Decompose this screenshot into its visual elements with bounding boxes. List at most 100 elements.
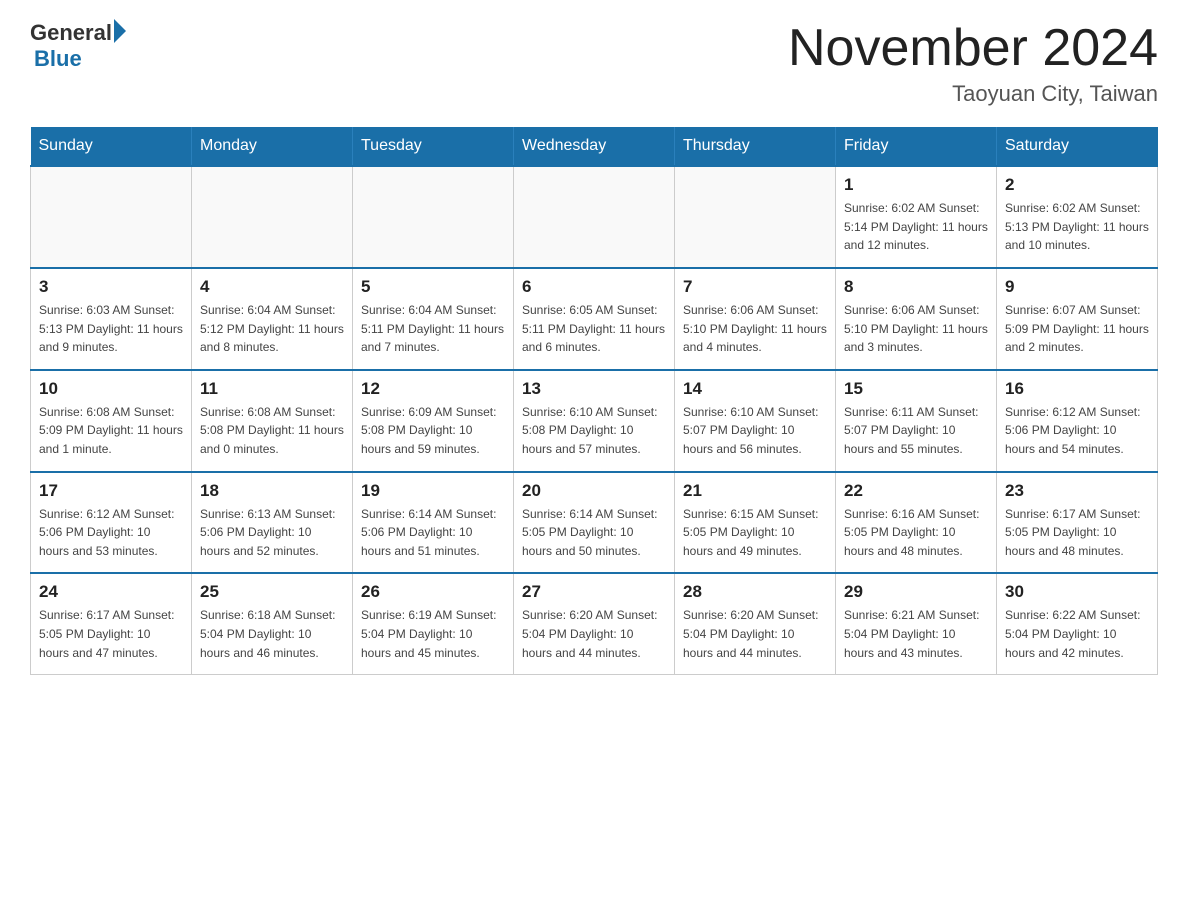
day-number: 3 [39,277,183,297]
weekday-header-monday: Monday [192,127,353,166]
day-number: 2 [1005,175,1149,195]
calendar-day-cell: 20 Sunrise: 6:14 AM Sunset: 5:05 PM Dayli… [514,472,675,574]
day-info: Sunrise: 6:08 AM Sunset: 5:09 PM Dayligh… [39,403,183,459]
day-number: 21 [683,481,827,501]
weekday-header-sunday: Sunday [31,127,192,166]
calendar-day-cell: 26 Sunrise: 6:19 AM Sunset: 5:04 PM Dayli… [353,573,514,674]
day-number: 22 [844,481,988,501]
calendar-day-cell: 14 Sunrise: 6:10 AM Sunset: 5:07 PM Dayli… [675,370,836,472]
day-number: 23 [1005,481,1149,501]
day-number: 26 [361,582,505,602]
day-number: 13 [522,379,666,399]
calendar-week-row: 17Sunrise: 6:12 AM Sunset: 5:06 PM Dayli… [31,472,1158,574]
calendar-day-cell: 17Sunrise: 6:12 AM Sunset: 5:06 PM Dayli… [31,472,192,574]
calendar-day-cell [514,166,675,268]
day-number: 11 [200,379,344,399]
day-number: 9 [1005,277,1149,297]
header: General Blue November 2024 Taoyuan City,… [30,20,1158,107]
calendar-day-cell: 3 Sunrise: 6:03 AM Sunset: 5:13 PM Daylig… [31,268,192,370]
day-info: Sunrise: 6:21 AM Sunset: 5:04 PM Dayligh… [844,606,988,662]
calendar-day-cell [192,166,353,268]
month-year-title: November 2024 [788,20,1158,77]
day-info: Sunrise: 6:17 AM Sunset: 5:05 PM Dayligh… [39,606,183,662]
day-number: 24 [39,582,183,602]
calendar-day-cell: 23 Sunrise: 6:17 AM Sunset: 5:05 PM Dayli… [997,472,1158,574]
calendar-day-cell: 25Sunrise: 6:18 AM Sunset: 5:04 PM Dayli… [192,573,353,674]
calendar-week-row: 24 Sunrise: 6:17 AM Sunset: 5:05 PM Dayli… [31,573,1158,674]
calendar-day-cell: 9 Sunrise: 6:07 AM Sunset: 5:09 PM Daylig… [997,268,1158,370]
weekday-header-thursday: Thursday [675,127,836,166]
day-number: 15 [844,379,988,399]
calendar-day-cell: 8Sunrise: 6:06 AM Sunset: 5:10 PM Daylig… [836,268,997,370]
day-number: 16 [1005,379,1149,399]
logo-general-text: General [30,20,112,46]
day-number: 28 [683,582,827,602]
calendar-day-cell: 28 Sunrise: 6:20 AM Sunset: 5:04 PM Dayli… [675,573,836,674]
day-info: Sunrise: 6:15 AM Sunset: 5:05 PM Dayligh… [683,505,827,561]
calendar-day-cell: 24 Sunrise: 6:17 AM Sunset: 5:05 PM Dayli… [31,573,192,674]
day-info: Sunrise: 6:12 AM Sunset: 5:06 PM Dayligh… [1005,403,1149,459]
calendar-day-cell: 11 Sunrise: 6:08 AM Sunset: 5:08 PM Dayli… [192,370,353,472]
day-info: Sunrise: 6:13 AM Sunset: 5:06 PM Dayligh… [200,505,344,561]
day-info: Sunrise: 6:02 AM Sunset: 5:13 PM Dayligh… [1005,199,1149,255]
day-info: Sunrise: 6:14 AM Sunset: 5:05 PM Dayligh… [522,505,666,561]
day-info: Sunrise: 6:14 AM Sunset: 5:06 PM Dayligh… [361,505,505,561]
calendar-table: SundayMondayTuesdayWednesdayThursdayFrid… [30,127,1158,675]
day-info: Sunrise: 6:10 AM Sunset: 5:08 PM Dayligh… [522,403,666,459]
calendar-week-row: 10 Sunrise: 6:08 AM Sunset: 5:09 PM Dayli… [31,370,1158,472]
day-info: Sunrise: 6:09 AM Sunset: 5:08 PM Dayligh… [361,403,505,459]
day-info: Sunrise: 6:08 AM Sunset: 5:08 PM Dayligh… [200,403,344,459]
day-number: 5 [361,277,505,297]
weekday-header-saturday: Saturday [997,127,1158,166]
day-number: 18 [200,481,344,501]
calendar-day-cell: 30 Sunrise: 6:22 AM Sunset: 5:04 PM Dayli… [997,573,1158,674]
calendar-day-cell: 12 Sunrise: 6:09 AM Sunset: 5:08 PM Dayli… [353,370,514,472]
day-info: Sunrise: 6:10 AM Sunset: 5:07 PM Dayligh… [683,403,827,459]
calendar-week-row: 1 Sunrise: 6:02 AM Sunset: 5:14 PM Daylig… [31,166,1158,268]
calendar-day-cell: 13 Sunrise: 6:10 AM Sunset: 5:08 PM Dayli… [514,370,675,472]
day-info: Sunrise: 6:17 AM Sunset: 5:05 PM Dayligh… [1005,505,1149,561]
day-info: Sunrise: 6:07 AM Sunset: 5:09 PM Dayligh… [1005,301,1149,357]
day-info: Sunrise: 6:06 AM Sunset: 5:10 PM Dayligh… [683,301,827,357]
day-number: 7 [683,277,827,297]
weekday-header-tuesday: Tuesday [353,127,514,166]
day-info: Sunrise: 6:05 AM Sunset: 5:11 PM Dayligh… [522,301,666,357]
day-info: Sunrise: 6:20 AM Sunset: 5:04 PM Dayligh… [683,606,827,662]
day-info: Sunrise: 6:20 AM Sunset: 5:04 PM Dayligh… [522,606,666,662]
day-info: Sunrise: 6:04 AM Sunset: 5:12 PM Dayligh… [200,301,344,357]
calendar-day-cell: 21 Sunrise: 6:15 AM Sunset: 5:05 PM Dayli… [675,472,836,574]
calendar-day-cell: 29 Sunrise: 6:21 AM Sunset: 5:04 PM Dayli… [836,573,997,674]
day-info: Sunrise: 6:03 AM Sunset: 5:13 PM Dayligh… [39,301,183,357]
day-number: 20 [522,481,666,501]
logo-arrow-icon [114,19,126,43]
calendar-day-cell [353,166,514,268]
day-number: 12 [361,379,505,399]
day-number: 27 [522,582,666,602]
calendar-day-cell: 15 Sunrise: 6:11 AM Sunset: 5:07 PM Dayli… [836,370,997,472]
day-info: Sunrise: 6:02 AM Sunset: 5:14 PM Dayligh… [844,199,988,255]
day-number: 29 [844,582,988,602]
day-number: 1 [844,175,988,195]
weekday-header-wednesday: Wednesday [514,127,675,166]
day-number: 6 [522,277,666,297]
weekday-header-row: SundayMondayTuesdayWednesdayThursdayFrid… [31,127,1158,166]
day-info: Sunrise: 6:11 AM Sunset: 5:07 PM Dayligh… [844,403,988,459]
day-number: 10 [39,379,183,399]
day-number: 19 [361,481,505,501]
calendar-week-row: 3 Sunrise: 6:03 AM Sunset: 5:13 PM Daylig… [31,268,1158,370]
calendar-day-cell: 6 Sunrise: 6:05 AM Sunset: 5:11 PM Daylig… [514,268,675,370]
calendar-day-cell: 10 Sunrise: 6:08 AM Sunset: 5:09 PM Dayli… [31,370,192,472]
day-info: Sunrise: 6:04 AM Sunset: 5:11 PM Dayligh… [361,301,505,357]
day-number: 25 [200,582,344,602]
calendar-day-cell: 1 Sunrise: 6:02 AM Sunset: 5:14 PM Daylig… [836,166,997,268]
calendar-day-cell: 2 Sunrise: 6:02 AM Sunset: 5:13 PM Daylig… [997,166,1158,268]
day-number: 14 [683,379,827,399]
day-info: Sunrise: 6:19 AM Sunset: 5:04 PM Dayligh… [361,606,505,662]
calendar-day-cell [675,166,836,268]
weekday-header-friday: Friday [836,127,997,166]
day-info: Sunrise: 6:22 AM Sunset: 5:04 PM Dayligh… [1005,606,1149,662]
day-number: 30 [1005,582,1149,602]
day-number: 8 [844,277,988,297]
calendar-day-cell: 22Sunrise: 6:16 AM Sunset: 5:05 PM Dayli… [836,472,997,574]
logo: General Blue [30,20,126,72]
